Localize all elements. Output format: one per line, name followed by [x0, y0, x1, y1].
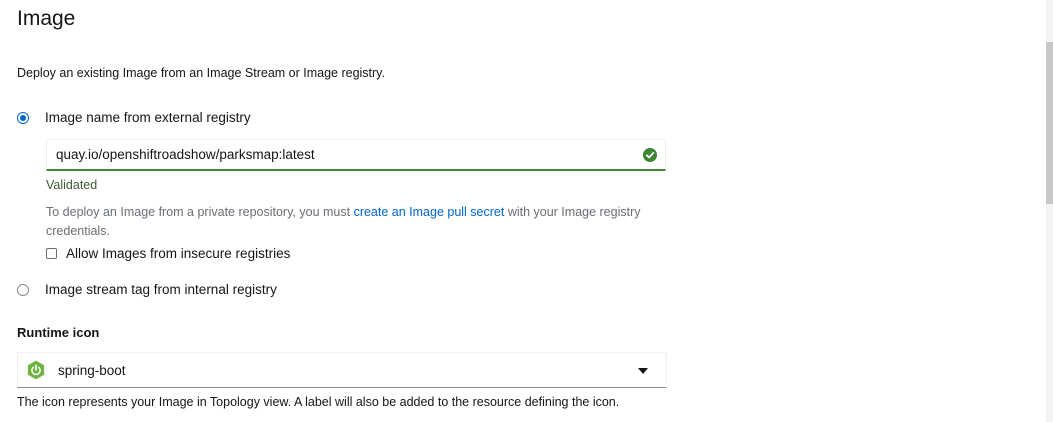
runtime-icon-help: The icon represents your Image in Topolo… — [17, 395, 620, 409]
check-circle-icon — [643, 148, 657, 162]
runtime-icon-selected-value[interactable]: spring-boot — [58, 363, 126, 378]
section-description: Deploy an existing Image from an Image S… — [17, 66, 385, 80]
create-pull-secret-link[interactable]: create an Image pull secret — [354, 205, 505, 219]
helper-text-before: To deploy an Image from a private reposi… — [46, 205, 354, 219]
radio-internal-registry-button[interactable] — [17, 283, 29, 296]
image-section: Image Deploy an existing Image from an I… — [0, 0, 1053, 422]
insecure-registries-label[interactable]: Allow Images from insecure registries — [66, 246, 290, 261]
spring-boot-power-icon — [27, 360, 45, 380]
radio-internal-registry[interactable]: Image stream tag from internal registry — [17, 282, 277, 297]
section-title: Image — [17, 7, 76, 30]
radio-external-registry[interactable]: Image name from external registry — [17, 110, 251, 125]
scrollbar-thumb[interactable] — [1046, 42, 1053, 204]
image-name-input[interactable]: quay.io/openshiftroadshow/parksmap:lates… — [46, 139, 666, 171]
validation-message: Validated — [46, 178, 98, 192]
scrollbar-track[interactable] — [1046, 0, 1053, 422]
insecure-registries-option[interactable]: Allow Images from insecure registries — [46, 246, 290, 261]
private-repo-helper: To deploy an Image from a private reposi… — [46, 203, 646, 241]
runtime-icon-select[interactable]: spring-boot — [17, 352, 667, 388]
image-name-value[interactable]: quay.io/openshiftroadshow/parksmap:lates… — [56, 147, 315, 162]
runtime-icon-label: Runtime icon — [17, 325, 100, 340]
radio-external-registry-button[interactable] — [17, 111, 29, 124]
radio-internal-registry-label[interactable]: Image stream tag from internal registry — [45, 282, 277, 297]
radio-external-registry-label[interactable]: Image name from external registry — [45, 110, 251, 125]
insecure-registries-checkbox[interactable] — [46, 248, 57, 259]
caret-down-icon[interactable] — [638, 368, 648, 374]
